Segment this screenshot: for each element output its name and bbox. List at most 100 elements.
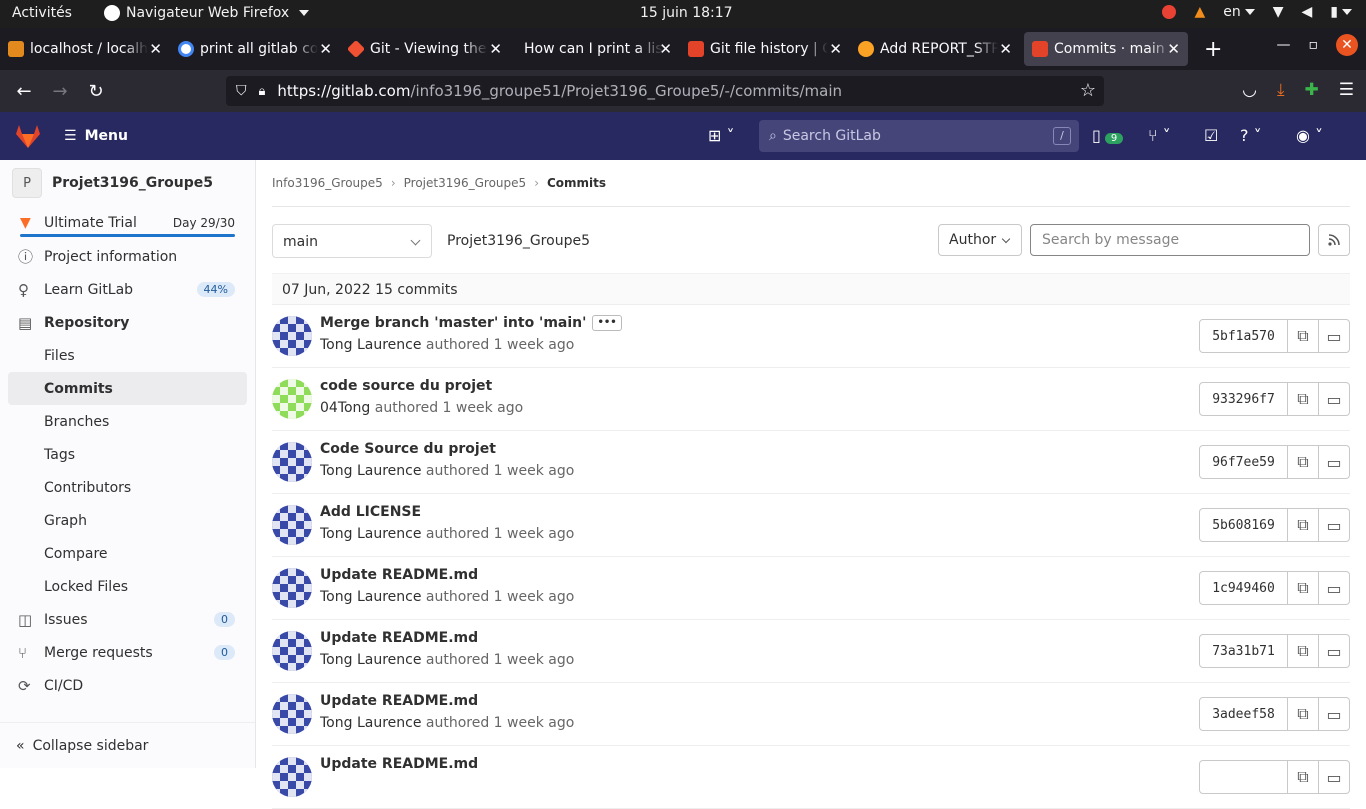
commit-row[interactable]: Update README.md ⧉ ▭ bbox=[272, 746, 1350, 809]
browse-files-icon[interactable]: ▭ bbox=[1319, 319, 1350, 353]
browse-files-icon[interactable]: ▭ bbox=[1319, 697, 1350, 731]
commit-title[interactable]: Code Source du projet bbox=[320, 441, 496, 457]
commit-row[interactable]: Update README.md Tong Laurence authored 1… bbox=[272, 620, 1350, 683]
sidebar-item-contributors[interactable]: Contributors bbox=[0, 471, 255, 504]
vlc-tray-icon[interactable]: ▲ bbox=[1194, 4, 1205, 20]
user-avatar[interactable] bbox=[272, 442, 312, 482]
commit-author[interactable]: Tong Laurence bbox=[320, 589, 421, 605]
back-icon[interactable]: ← bbox=[6, 81, 42, 102]
project-link[interactable]: P Projet3196_Groupe5 bbox=[0, 160, 255, 206]
commit-title-text[interactable]: Update README.md bbox=[320, 693, 478, 709]
collapse-sidebar-button[interactable]: « Collapse sidebar bbox=[0, 722, 255, 768]
commit-title-text[interactable]: Update README.md bbox=[320, 756, 478, 772]
gitlab-logo-icon[interactable] bbox=[14, 123, 42, 149]
user-avatar[interactable] bbox=[272, 694, 312, 734]
sidebar-item-compare[interactable]: Compare bbox=[0, 537, 255, 570]
copy-sha-icon[interactable]: ⧉ bbox=[1288, 571, 1319, 605]
sidebar-item-project-information[interactable]: ⓘ Project information bbox=[0, 240, 255, 273]
more-ellipsis-icon[interactable]: ••• bbox=[592, 315, 622, 331]
issues-icon[interactable]: ▯ 9 bbox=[1092, 126, 1124, 145]
breadcrumb-group[interactable]: Info3196_Groupe5 bbox=[272, 176, 383, 190]
clock[interactable]: 15 juin 18:17 bbox=[640, 5, 733, 21]
sidebar-item-files[interactable]: Files bbox=[0, 339, 255, 372]
reload-icon[interactable]: ↻ bbox=[78, 81, 114, 102]
commit-title[interactable]: Update README.md bbox=[320, 756, 478, 772]
copy-sha-icon[interactable]: ⧉ bbox=[1288, 697, 1319, 731]
user-avatar-icon[interactable]: ◉ ˅ bbox=[1296, 126, 1323, 145]
user-avatar[interactable] bbox=[272, 757, 312, 797]
commit-row[interactable]: Code Source du projet Tong Laurence autho… bbox=[272, 431, 1350, 494]
commit-title[interactable]: code source du projet bbox=[320, 378, 492, 394]
wifi-icon[interactable]: ▼ bbox=[1273, 4, 1284, 20]
copy-sha-icon[interactable]: ⧉ bbox=[1288, 508, 1319, 542]
bookmark-star-icon[interactable]: ☆ bbox=[1080, 80, 1096, 101]
commit-sha-link[interactable]: 933296f7 bbox=[1199, 382, 1288, 416]
commit-title[interactable]: Add LICENSE bbox=[320, 504, 421, 520]
browse-files-icon[interactable]: ▭ bbox=[1319, 445, 1350, 479]
commit-sha-link[interactable]: 1c949460 bbox=[1199, 571, 1288, 605]
copy-sha-icon[interactable]: ⧉ bbox=[1288, 319, 1319, 353]
sidebar-item-locked-files[interactable]: Locked Files bbox=[0, 570, 255, 603]
copy-sha-icon[interactable]: ⧉ bbox=[1288, 445, 1319, 479]
browse-files-icon[interactable]: ▭ bbox=[1319, 508, 1350, 542]
sidebar-item-graph[interactable]: Graph bbox=[0, 504, 255, 537]
commit-row[interactable]: Merge branch 'master' into 'main' ••• Tong… bbox=[272, 305, 1350, 368]
user-avatar[interactable] bbox=[272, 505, 312, 545]
battery-icon[interactable]: ▮ bbox=[1330, 4, 1352, 20]
commit-row[interactable]: Update README.md Tong Laurence authored 1… bbox=[272, 683, 1350, 746]
volume-icon[interactable]: ◀ bbox=[1302, 4, 1313, 20]
rss-icon[interactable] bbox=[1318, 224, 1350, 256]
commit-title-text[interactable]: Add LICENSE bbox=[320, 504, 421, 520]
browser-tab[interactable]: localhost / localhost✕ bbox=[0, 32, 170, 66]
commit-author[interactable]: Tong Laurence bbox=[320, 715, 421, 731]
hamburger-menu-icon[interactable]: ☰ bbox=[1339, 80, 1354, 100]
author-dropdown[interactable]: Author bbox=[938, 224, 1022, 256]
commit-title-text[interactable]: code source du projet bbox=[320, 378, 492, 394]
breadcrumb-project[interactable]: Projet3196_Groupe5 bbox=[404, 176, 527, 190]
user-avatar[interactable] bbox=[272, 316, 312, 356]
chrome-tray-icon[interactable] bbox=[1162, 5, 1177, 19]
todo-icon[interactable]: ☑ bbox=[1204, 126, 1218, 145]
commit-title[interactable]: Merge branch 'master' into 'main' ••• bbox=[320, 315, 622, 331]
commit-author[interactable]: Tong Laurence bbox=[320, 337, 421, 353]
browser-tab[interactable]: Git - Viewing the Commit History✕ bbox=[340, 32, 510, 66]
commit-author[interactable]: Tong Laurence bbox=[320, 526, 421, 542]
commit-row[interactable]: Update README.md Tong Laurence authored 1… bbox=[272, 557, 1350, 620]
browser-tab[interactable]: How can I print a list ✕ bbox=[510, 32, 680, 66]
commit-author[interactable]: Tong Laurence bbox=[320, 463, 421, 479]
commit-sha-link[interactable]: 73a31b71 bbox=[1199, 634, 1288, 668]
commit-title-text[interactable]: Update README.md bbox=[320, 630, 478, 646]
sidebar-item-cicd[interactable]: ⟳ CI/CD bbox=[0, 669, 255, 702]
download-icon[interactable]: ⤓ bbox=[1277, 80, 1285, 100]
branch-select[interactable]: main bbox=[272, 224, 432, 258]
lock-icon[interactable]: 🔒︎ bbox=[259, 84, 266, 99]
browser-tab[interactable]: print all gitlab commits✕ bbox=[170, 32, 340, 66]
breadcrumb-current[interactable]: Commits bbox=[547, 176, 606, 190]
activities-button[interactable]: Activités bbox=[12, 5, 72, 21]
user-avatar[interactable] bbox=[272, 568, 312, 608]
browser-tab-active[interactable]: Commits · main · Projet3196✕ bbox=[1024, 32, 1188, 66]
close-tab-icon[interactable]: ✕ bbox=[999, 40, 1012, 58]
copy-sha-icon[interactable]: ⧉ bbox=[1288, 760, 1319, 794]
close-window-icon[interactable]: ✕ bbox=[1336, 34, 1358, 56]
user-avatar[interactable] bbox=[272, 379, 312, 419]
close-tab-icon[interactable]: ✕ bbox=[829, 40, 842, 58]
commit-sha-link[interactable]: 3adeef58 bbox=[1199, 697, 1288, 731]
commit-title-text[interactable]: Code Source du projet bbox=[320, 441, 496, 457]
help-icon[interactable]: ? ˅ bbox=[1240, 126, 1262, 145]
trial-status[interactable]: ▼ Ultimate Trial Day 29/30 bbox=[0, 206, 255, 240]
merge-requests-icon[interactable]: ⑂ ˅ bbox=[1148, 126, 1171, 145]
commit-row[interactable]: code source du projet 04Tong authored 1 w… bbox=[272, 368, 1350, 431]
new-item-icon[interactable]: ⊞ ˅ bbox=[708, 126, 735, 145]
copy-sha-icon[interactable]: ⧉ bbox=[1288, 382, 1319, 416]
close-tab-icon[interactable]: ✕ bbox=[149, 40, 162, 58]
commit-sha-link[interactable]: 5bf1a570 bbox=[1199, 319, 1288, 353]
pocket-icon[interactable]: ◡ bbox=[1242, 80, 1257, 100]
new-tab-button[interactable]: + bbox=[1204, 37, 1222, 62]
commit-author[interactable]: 04Tong bbox=[320, 400, 370, 416]
commit-title[interactable]: Update README.md bbox=[320, 693, 478, 709]
commit-sha-link[interactable]: 5b608169 bbox=[1199, 508, 1288, 542]
sidebar-item-learn-gitlab[interactable]: ♀ Learn GitLab 44% bbox=[0, 273, 255, 306]
commit-title[interactable]: Update README.md bbox=[320, 630, 478, 646]
sidebar-item-issues[interactable]: ◫ Issues 0 bbox=[0, 603, 255, 636]
